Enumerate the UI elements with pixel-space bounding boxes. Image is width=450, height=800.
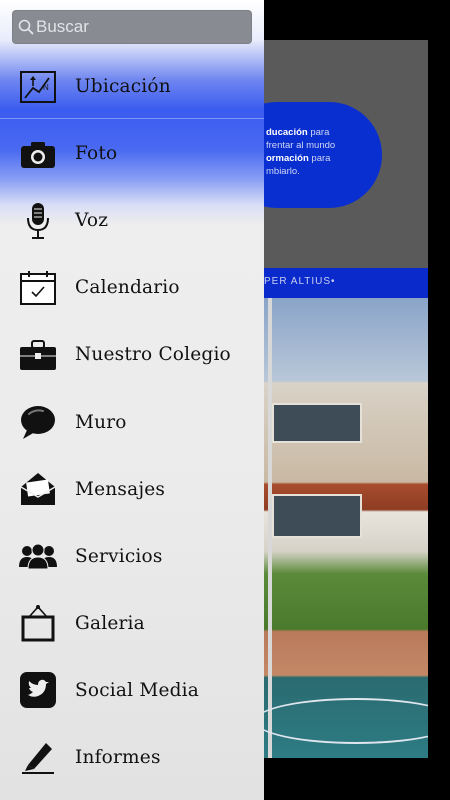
- speech-bubble-icon: [18, 402, 58, 442]
- picture-frame-icon: [18, 603, 58, 643]
- search-bar[interactable]: [12, 10, 252, 44]
- menu-item-label: Foto: [75, 143, 118, 165]
- motto-band: PER ALTIUS•: [264, 268, 428, 298]
- twitter-bird-icon: [18, 670, 58, 710]
- menu-item-muro[interactable]: Muro: [0, 388, 264, 455]
- menu-item-galeria[interactable]: Galeria: [0, 590, 264, 657]
- court-lines: [264, 698, 428, 744]
- menu-item-label: Calendario: [75, 277, 180, 299]
- menu-item-label: Muro: [75, 411, 127, 433]
- menu-item-nuestro-colegio[interactable]: Nuestro Colegio: [0, 321, 264, 388]
- menu-item-informes[interactable]: Informes: [0, 724, 264, 791]
- menu-item-label: Ubicación: [75, 76, 171, 98]
- people-group-icon: [18, 536, 58, 576]
- svg-text:N: N: [43, 83, 49, 92]
- map-location-icon: N: [18, 67, 58, 107]
- search-icon: [18, 19, 34, 35]
- calendar-icon: [18, 268, 58, 308]
- menu-item-label: Informes: [75, 746, 161, 768]
- school-photo: [264, 298, 428, 758]
- microphone-icon: [18, 201, 58, 241]
- drawer-menu: N Ubicación Foto Voz Calendario Nuestro …: [0, 53, 264, 791]
- side-drawer: N Ubicación Foto: [0, 0, 264, 800]
- slogan-text: ducación para frentar al mundo ormación …: [266, 127, 336, 177]
- menu-item-label: Social Media: [75, 679, 199, 701]
- menu-item-label: Galeria: [75, 612, 145, 634]
- menu-item-social-media[interactable]: Social Media: [0, 657, 264, 724]
- motto-text: PER ALTIUS•: [264, 276, 336, 287]
- menu-item-calendario[interactable]: Calendario: [0, 254, 264, 321]
- menu-item-label: Nuestro Colegio: [75, 344, 231, 366]
- flag-pole: [268, 298, 272, 758]
- menu-item-label: Voz: [75, 210, 109, 232]
- menu-item-label: Mensajes: [75, 478, 166, 500]
- banner-card: ducación para frentar al mundo ormación …: [264, 40, 428, 270]
- menu-item-label: Servicios: [75, 545, 163, 567]
- search-input[interactable]: [36, 13, 246, 41]
- envelope-icon: [18, 469, 58, 509]
- menu-item-foto[interactable]: Foto: [0, 120, 264, 187]
- briefcase-icon: [18, 335, 58, 375]
- slogan-pill: ducación para frentar al mundo ormación …: [264, 102, 382, 208]
- background-page: ducación para frentar al mundo ormación …: [264, 0, 450, 800]
- menu-item-voz[interactable]: Voz: [0, 187, 264, 254]
- menu-item-mensajes[interactable]: Mensajes: [0, 456, 264, 523]
- camera-icon: [18, 134, 58, 174]
- menu-item-servicios[interactable]: Servicios: [0, 523, 264, 590]
- menu-item-ubicacion[interactable]: N Ubicación: [0, 53, 264, 120]
- pencil-icon: [18, 737, 58, 777]
